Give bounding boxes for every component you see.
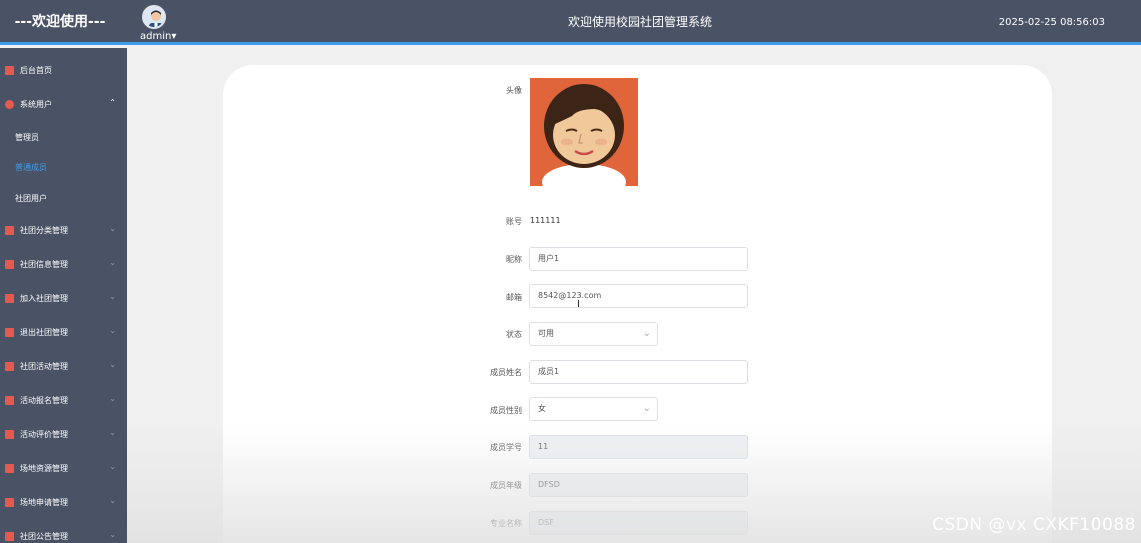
chevron-down-icon: ⌄ — [109, 394, 116, 403]
chevron-down-icon: ⌄ — [109, 360, 116, 369]
sidebar-item-label: 社团信息管理 — [20, 260, 68, 269]
email-input[interactable]: 8542@123.com — [529, 284, 748, 308]
major-label: 专业名称 — [490, 519, 522, 528]
account-value: 111111 — [530, 216, 561, 225]
sidebar-item-label: 后台首页 — [20, 66, 52, 75]
text-cursor-icon: I — [577, 299, 580, 310]
sidebar-item-label: 社团活动管理 — [20, 362, 68, 371]
sidebar-item-label: 社团公告管理 — [20, 532, 68, 541]
account-label: 账号 — [506, 217, 522, 226]
sidebar-item-leave-club[interactable]: 退出社团管理 ⌄ — [0, 318, 127, 348]
student-id-label: 成员学号 — [490, 443, 522, 452]
sidebar-item-venue-resources[interactable]: 场地资源管理 ⌄ — [0, 454, 127, 484]
sidebar-item-club-category[interactable]: 社团分类管理 ⌄ — [0, 216, 127, 246]
user-avatar-icon — [144, 7, 164, 27]
avatar-label: 头像 — [506, 86, 522, 95]
chart-icon — [5, 464, 14, 473]
sidebar-item-club-notice[interactable]: 社团公告管理 ⌄ — [0, 522, 127, 543]
chart-icon — [5, 532, 14, 541]
user-icon — [5, 100, 14, 109]
chart-icon — [5, 294, 14, 303]
chevron-down-icon: ⌄ — [109, 496, 116, 505]
sidebar-item-club-activities[interactable]: 社团活动管理 ⌄ — [0, 352, 127, 382]
chart-icon — [5, 226, 14, 235]
chart-icon — [5, 328, 14, 337]
sidebar-item-dashboard[interactable]: 后台首页 — [0, 56, 127, 86]
monitor-icon — [5, 66, 14, 75]
sidebar-item-label: 场地申请管理 — [20, 498, 68, 507]
sidebar-item-label: 退出社团管理 — [20, 328, 68, 337]
chevron-down-icon: ⌄ — [642, 403, 651, 414]
chevron-up-icon: ⌃ — [109, 98, 116, 107]
chevron-down-icon: ⌄ — [109, 224, 116, 233]
chart-icon — [5, 362, 14, 371]
member-name-label: 成员姓名 — [490, 368, 522, 377]
major-input[interactable]: DSF — [529, 511, 748, 535]
sidebar-item-label: 社团分类管理 — [20, 226, 68, 235]
chart-icon — [5, 396, 14, 405]
sidebar-item-venue-application[interactable]: 场地申请管理 ⌄ — [0, 488, 127, 518]
sidebar-item-label: 活动评价管理 — [20, 430, 68, 439]
welcome-text: ---欢迎使用--- — [14, 14, 106, 30]
chevron-down-icon: ⌄ — [642, 328, 651, 339]
sidebar-item-label: 系统用户 — [20, 100, 52, 109]
chevron-down-icon: ⌄ — [109, 258, 116, 267]
chevron-down-icon: ⌄ — [109, 428, 116, 437]
chevron-down-icon: ⌄ — [109, 530, 116, 539]
member-name-input[interactable]: 成员1 — [529, 360, 748, 384]
sidebar-item-system-users[interactable]: 系统用户 ⌃ — [0, 90, 127, 120]
sidebar-subitem-admins[interactable]: 管理员 — [0, 123, 127, 153]
status-select-value: 可用 — [538, 329, 554, 338]
sidebar-item-label: 加入社团管理 — [20, 294, 68, 303]
nickname-input[interactable]: 用户1 — [529, 247, 748, 271]
csdn-watermark: CSDN @vx CXKF10088 — [932, 515, 1136, 535]
chart-icon — [5, 260, 14, 269]
sidebar: 后台首页 系统用户 ⌃ 管理员 普通成员 社团用户 社团分类管理 ⌄ 社团信息管… — [0, 48, 127, 543]
gender-select-value: 女 — [538, 404, 546, 413]
chart-icon — [5, 498, 14, 507]
chart-icon — [5, 430, 14, 439]
email-label: 邮箱 — [506, 293, 522, 302]
sidebar-item-label: 活动报名管理 — [20, 396, 68, 405]
current-datetime: 2025-02-25 08:56:03 — [998, 17, 1105, 28]
sidebar-item-activity-signup[interactable]: 活动报名管理 ⌄ — [0, 386, 127, 416]
gender-label: 成员性别 — [490, 406, 522, 415]
profile-photo[interactable] — [530, 78, 638, 186]
status-select[interactable]: 可用 ⌄ — [529, 322, 658, 346]
system-title: 欢迎使用校园社团管理系统 — [567, 15, 712, 29]
grade-label: 成员年级 — [490, 481, 522, 490]
top-header: ---欢迎使用--- admin▾ 欢迎使用校园社团管理系统 2025-02-2… — [0, 0, 1141, 45]
sidebar-item-label: 场地资源管理 — [20, 464, 68, 473]
sidebar-item-join-club[interactable]: 加入社团管理 ⌄ — [0, 284, 127, 314]
cartoon-face-image — [530, 78, 638, 186]
chevron-down-icon: ▾ — [171, 31, 177, 42]
grade-input[interactable]: DFSD — [529, 473, 748, 497]
admin-avatar[interactable] — [142, 5, 166, 29]
sidebar-item-club-info[interactable]: 社团信息管理 ⌄ — [0, 250, 127, 280]
username: admin — [140, 31, 172, 42]
status-label: 状态 — [506, 330, 522, 339]
nickname-label: 昵称 — [506, 255, 522, 264]
sidebar-item-activity-review[interactable]: 活动评价管理 ⌄ — [0, 420, 127, 450]
sidebar-subitem-club-users[interactable]: 社团用户 — [0, 184, 127, 214]
chevron-down-icon: ⌄ — [109, 292, 116, 301]
chevron-down-icon: ⌄ — [109, 326, 116, 335]
student-id-input[interactable]: 11 — [529, 435, 748, 459]
chevron-down-icon: ⌄ — [109, 462, 116, 471]
user-menu[interactable]: admin▾ — [140, 31, 176, 42]
sidebar-subitem-members[interactable]: 普通成员 — [0, 153, 127, 183]
gender-select[interactable]: 女 ⌄ — [529, 397, 658, 421]
